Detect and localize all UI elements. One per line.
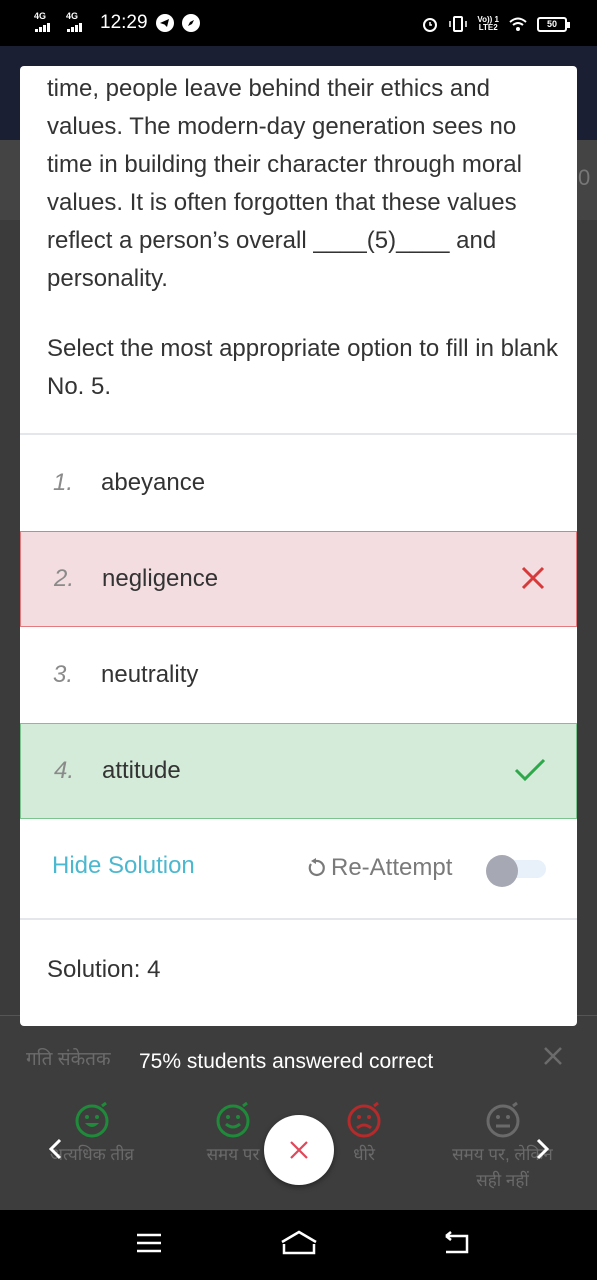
option-text: negligence [102,565,219,592]
check-icon [514,758,546,782]
alarm-icon [423,18,438,32]
result-toast: 75% students answered correct [139,1050,434,1073]
option-1[interactable]: 1. abeyance [20,435,577,531]
status-bar: 4G 4G 12:29 Vo)) 1 LTE2 50 [0,0,597,46]
close-solution-button[interactable] [264,1115,334,1185]
signal-icon: 4G [34,12,58,34]
option-text: abeyance [101,469,206,496]
clock: 12:29 [100,12,148,33]
question-number-partial: 0 [578,165,591,190]
menu-icon[interactable] [134,1228,164,1258]
option-number: 3. [53,661,74,688]
option-4[interactable]: 4. attitude [20,723,577,819]
reattempt-label: Re-Attempt [305,854,452,882]
chevron-left-icon[interactable] [42,1134,70,1164]
close-icon [521,566,545,590]
refresh-icon [308,858,325,877]
option-number: 1. [53,469,74,496]
battery-icon: 50 [537,16,570,32]
telegram-icon [155,14,174,32]
option-3[interactable]: 3. neutrality [20,627,577,723]
toggle-knob [486,855,518,887]
neutral-face-icon [486,1101,519,1138]
option-text: neutrality [101,661,199,688]
close-icon[interactable] [540,1043,566,1069]
happy-face-icon [75,1101,109,1138]
reattempt-toggle[interactable] [486,855,546,887]
speed-option-slow[interactable]: धीरे [334,1100,394,1168]
smile-face-icon [216,1101,250,1138]
chevron-right-icon[interactable] [528,1134,556,1164]
option-number: 4. [54,757,75,784]
question-text: Select the most appropriate option to fi… [47,335,558,400]
passage-text: time, people leave behind their ethics a… [47,75,522,292]
wifi-icon [509,17,527,31]
compass-icon [181,14,200,32]
home-icon[interactable] [279,1228,319,1258]
vibrate-icon [449,16,468,32]
signal-icon: 4G [66,12,90,34]
back-icon[interactable] [440,1228,472,1258]
solution-text: Solution: 4 [47,956,161,983]
option-text: attitude [102,757,181,784]
option-number: 2. [54,565,75,592]
system-nav-bar [0,1210,597,1280]
close-icon [290,1141,308,1159]
sad-face-icon [347,1101,381,1138]
volte-indicator: Vo)) 1 LTE2 [477,15,499,32]
hide-solution-link[interactable]: Hide Solution [52,852,195,880]
divider [20,918,577,920]
solution-modal: time, people leave behind their ethics a… [20,66,577,1026]
speed-indicator-title: गति संकेतक [26,1049,111,1070]
speed-option-on-time[interactable]: समय पर [193,1100,273,1168]
option-2[interactable]: 2. negligence [20,531,577,627]
